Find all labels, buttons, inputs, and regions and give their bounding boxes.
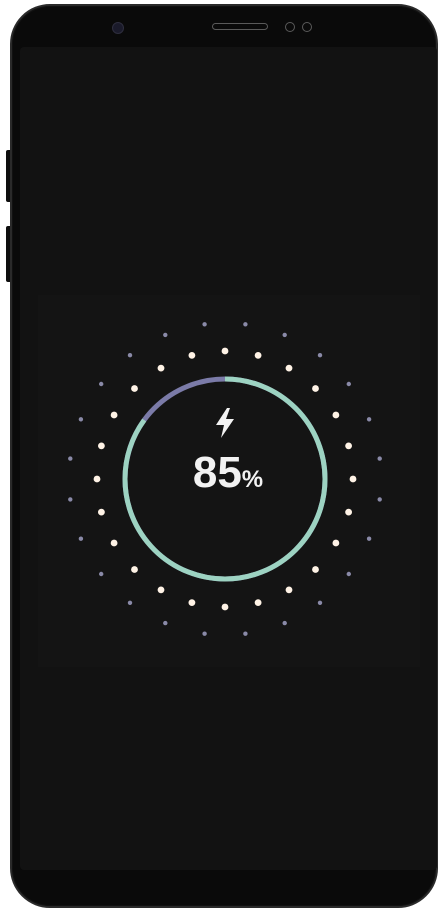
- charging-dot-outer: [68, 497, 73, 502]
- battery-percentage: 85%: [128, 451, 328, 495]
- charging-dot-outer: [243, 322, 248, 327]
- charging-dot-outer: [68, 456, 73, 461]
- battery-level-number: 85: [192, 448, 242, 497]
- charging-dot-inner: [98, 508, 105, 516]
- charging-dot-outer: [202, 631, 207, 636]
- charging-dot-inner: [110, 411, 118, 419]
- charging-dot-outer: [99, 571, 104, 577]
- charging-dot-outer: [282, 332, 287, 338]
- charging-dot-inner: [131, 385, 138, 392]
- charging-dot-outer: [377, 497, 382, 502]
- charging-dot-inner: [312, 566, 319, 573]
- front-camera-icon: [112, 22, 124, 34]
- charging-dot-inner: [285, 586, 293, 594]
- device-mockup: 85%: [0, 0, 440, 911]
- charging-dot-outer: [346, 571, 351, 577]
- charging-dot-inner: [332, 539, 340, 547]
- charging-dot-inner: [312, 385, 319, 392]
- charging-dot-inner: [188, 352, 196, 359]
- charging-dot-outer: [282, 620, 287, 626]
- charging-dot-outer: [78, 536, 84, 541]
- charging-dot-outer: [127, 600, 133, 605]
- charging-dot-outer: [243, 631, 248, 636]
- charging-dot-inner: [131, 566, 138, 573]
- charging-screen: 85%: [20, 47, 437, 870]
- charging-dot-inner: [110, 539, 118, 547]
- charging-dot-inner: [285, 364, 293, 372]
- charging-dot-inner: [345, 442, 352, 450]
- charging-dot-outer: [317, 600, 323, 605]
- charging-dot-inner: [221, 347, 229, 355]
- charging-dot-outer: [377, 456, 382, 461]
- ambient-light-sensor-icon: [302, 22, 312, 32]
- charging-dot-outer: [163, 620, 168, 626]
- charging-dot-outer: [163, 332, 168, 338]
- charging-dot-outer: [366, 417, 372, 422]
- lightning-bolt-icon: [216, 408, 234, 438]
- earpiece-speaker: [212, 23, 268, 30]
- charging-dot-inner: [332, 411, 340, 419]
- charging-dot-inner: [98, 442, 105, 450]
- battery-level-symbol: %: [241, 466, 264, 493]
- charging-dot-inner: [349, 475, 357, 483]
- charging-dot-inner: [254, 352, 262, 359]
- charging-dot-inner: [254, 599, 262, 606]
- charging-dot-outer: [346, 381, 351, 387]
- charging-dot-outer: [99, 381, 104, 387]
- charging-dot-inner: [157, 586, 165, 594]
- charging-dot-outer: [127, 353, 133, 358]
- charging-dot-inner: [188, 599, 196, 606]
- proximity-sensor-icon: [285, 22, 295, 32]
- charging-dot-outer: [317, 353, 323, 358]
- charging-dot-outer: [202, 322, 207, 327]
- charging-dot-inner: [221, 603, 229, 611]
- charging-dot-outer: [78, 417, 84, 422]
- charging-dot-outer: [366, 536, 372, 541]
- charging-dot-inner: [93, 475, 101, 483]
- charging-dot-inner: [157, 364, 165, 372]
- charging-dot-inner: [345, 508, 352, 516]
